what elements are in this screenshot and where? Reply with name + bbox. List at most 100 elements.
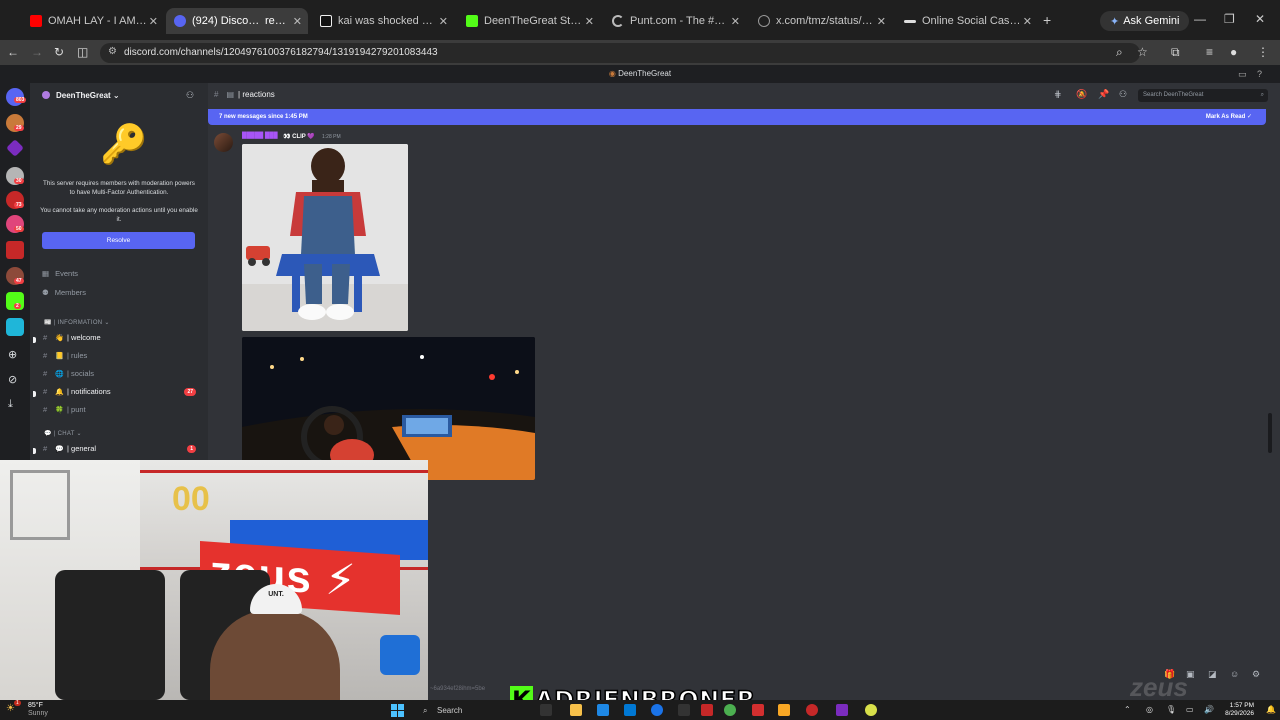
member-list-icon[interactable]: ⚇ (1119, 89, 1127, 100)
new-messages-banner[interactable]: 7 new messages since 1:45 PM Mark As Rea… (208, 109, 1266, 125)
zoom-icon[interactable]: ⌕ (1116, 45, 1123, 60)
close-icon[interactable]: ✕ (731, 15, 740, 28)
app-icon[interactable] (752, 704, 764, 716)
taskbar-search[interactable]: ⌕ Search (419, 703, 509, 718)
close-icon[interactable]: ✕ (293, 15, 302, 28)
tray-chevron-icon[interactable]: ⌃ (1124, 705, 1131, 714)
channel-notifications[interactable]: # 🔔 | notifications 27 (33, 387, 196, 401)
mfa-message-2: You cannot take any moderation actions u… (40, 207, 198, 223)
file-explorer-icon[interactable] (570, 704, 582, 716)
unread-indicator (33, 337, 36, 343)
tab-kick[interactable]: DeenTheGreat Stream - Wa ✕ (458, 8, 600, 34)
obs-icon[interactable] (806, 704, 818, 716)
channel-general[interactable]: # 💬 | general 1 (33, 444, 196, 458)
mark-as-read-button[interactable]: Mark As Read ✓ (1206, 109, 1252, 125)
resolve-button[interactable]: Resolve (42, 232, 195, 249)
chrome-icon[interactable] (651, 704, 663, 716)
app-icon[interactable] (678, 704, 690, 716)
pin-icon[interactable]: 📌 (1098, 89, 1109, 100)
server-icon[interactable] (6, 318, 24, 336)
close-window-button[interactable]: ✕ (1255, 12, 1265, 26)
close-icon[interactable]: ✕ (877, 15, 886, 28)
tab-tiktok[interactable]: kai was shocked hearing th ✕ (312, 8, 454, 34)
server-badge: 73 (14, 202, 24, 208)
download-icon[interactable]: ⤓ (8, 398, 13, 411)
channel-emoji: 🍀 (55, 407, 64, 414)
channel-welcome[interactable]: # 👋 | welcome (33, 333, 196, 347)
task-view-icon[interactable] (540, 704, 552, 716)
channel-socials[interactable]: # 🌐 | socials (43, 369, 196, 383)
category-information[interactable]: 📰 | INFORMATION ⌄ (44, 319, 110, 326)
network-icon[interactable]: ◎ (1146, 705, 1153, 714)
edge-icon[interactable] (597, 704, 609, 716)
profile-icon[interactable]: ● (1230, 45, 1237, 59)
temperature: 85°F (28, 702, 43, 709)
add-server-icon[interactable]: ⊕ (8, 348, 17, 361)
notification-bell-off-icon[interactable]: 🔕 (1076, 89, 1087, 100)
tab-casino[interactable]: Online Social Casino Game ✕ (896, 8, 1038, 34)
channel-rules[interactable]: # 📒 | rules (43, 351, 196, 365)
wifi-icon[interactable]: ▭ (1186, 705, 1194, 714)
search-input[interactable]: Search DeenTheGreat ⌕ (1138, 89, 1268, 102)
scrollbar-thumb[interactable] (1268, 413, 1272, 453)
chrome-icon[interactable] (724, 704, 736, 716)
forward-button[interactable]: → (31, 45, 43, 59)
apps-icon[interactable]: ⚙ (1252, 669, 1260, 680)
media-control-icon[interactable]: ≡ (1206, 45, 1213, 59)
attachment-image[interactable] (242, 337, 535, 480)
close-icon[interactable]: ✕ (585, 15, 594, 28)
help-icon[interactable]: ? (1257, 65, 1262, 83)
category-chat[interactable]: 💬 | CHAT ⌄ (44, 430, 82, 437)
new-tab-button[interactable]: + (1043, 12, 1051, 28)
bookmark-star-icon[interactable]: ☆ (1137, 45, 1148, 59)
message-author[interactable]: █████ ███ (242, 133, 278, 139)
minimize-button[interactable]: — (1194, 12, 1206, 26)
members-item[interactable]: ⚉ Members (42, 288, 86, 297)
close-icon[interactable]: ✕ (149, 15, 158, 28)
app-icon[interactable] (701, 704, 713, 716)
ask-gemini-button[interactable]: ✦ Ask Gemini (1100, 11, 1190, 31)
channel-name: welcome (71, 333, 101, 342)
volume-icon[interactable]: 🔊 (1204, 705, 1214, 714)
tab-x[interactable]: x.com/tmz/status/2093432 ✕ (750, 8, 892, 34)
app-icon[interactable] (865, 704, 877, 716)
threads-icon[interactable]: ⋕ (1054, 89, 1062, 100)
close-icon[interactable]: ✕ (1023, 15, 1032, 28)
attachment-image[interactable] (242, 144, 408, 331)
hash-icon: # (43, 351, 48, 360)
server-icon[interactable] (6, 139, 24, 157)
weather-widget[interactable]: 85°F Sunny (28, 702, 48, 718)
server-name-dropdown[interactable]: DeenTheGreat ⌄ (56, 91, 120, 100)
avatar[interactable] (214, 133, 233, 152)
extensions-icon[interactable]: ⧉ (1171, 45, 1180, 60)
tab-punt[interactable]: Punt.com - The #1 Free to P ✕ (604, 8, 746, 34)
reload-button[interactable]: ↻ (54, 45, 64, 59)
tab-label: Online Social Casino Game (922, 15, 1022, 27)
explore-icon[interactable]: ⊘ (8, 373, 17, 386)
system-clock[interactable]: 1:57 PM 8/29/2026 (1225, 702, 1254, 718)
visual-studio-icon[interactable] (836, 704, 848, 716)
site-info-icon[interactable]: ⚙ (108, 46, 117, 57)
inbox-icon[interactable]: ▭ (1238, 65, 1247, 83)
close-icon[interactable]: ✕ (439, 15, 448, 28)
back-button[interactable]: ← (7, 45, 19, 59)
menu-icon[interactable]: ⋮ (1257, 45, 1269, 59)
address-bar[interactable]: ⚙ discord.com/channels/12049761003761827… (100, 43, 1140, 63)
microphone-icon[interactable]: 🎙 (1166, 705, 1176, 714)
folder-icon[interactable] (778, 704, 790, 716)
category-icon: 💬 (44, 431, 52, 437)
split-view-icon[interactable]: ◫ (77, 45, 88, 59)
notification-icon[interactable]: 🔔 (1266, 705, 1276, 714)
tab-discord[interactable]: (924) Discord | # reacti ✕ (166, 8, 308, 34)
maximize-button[interactable]: ❐ (1224, 12, 1235, 26)
add-member-icon[interactable]: ⚇ (186, 90, 194, 101)
events-item[interactable]: ▦ Events (42, 269, 78, 278)
loading-icon (612, 15, 624, 27)
store-icon[interactable] (624, 704, 636, 716)
channel-punt[interactable]: # 🍀 | punt (43, 405, 196, 419)
tab-youtube[interactable]: OMAH LAY - I AM (Official A ✕ (22, 8, 164, 34)
server-icon[interactable] (6, 241, 24, 259)
sticker-icon[interactable]: ◪ (1208, 669, 1217, 680)
emoji-icon[interactable]: ☺ (1230, 669, 1239, 679)
windows-start-icon[interactable] (391, 704, 404, 717)
